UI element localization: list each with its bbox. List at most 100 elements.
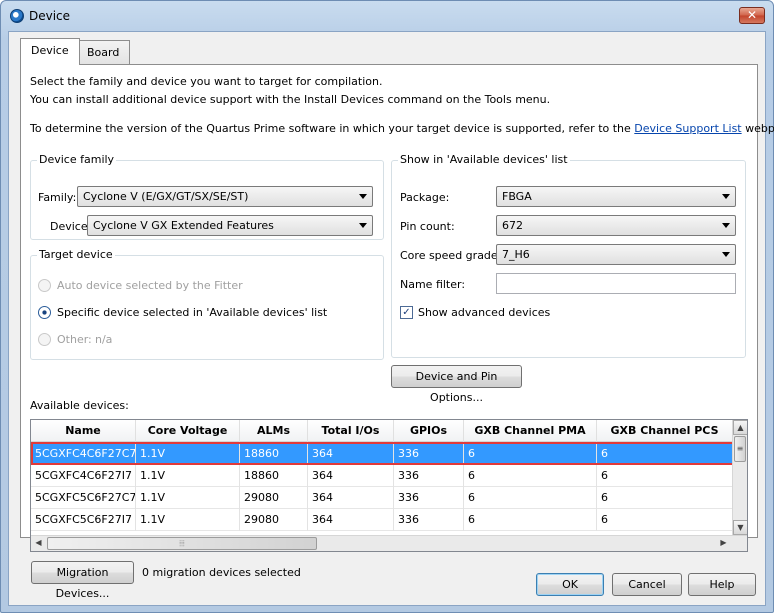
other-device-label: Other:	[57, 333, 92, 346]
dialog-client: Device Board Select the family and devic…	[8, 31, 774, 606]
available-devices-table[interactable]: Name Core Voltage ALMs Total I/Os GPIOs …	[30, 419, 748, 552]
auto-device-radio[interactable]	[38, 279, 51, 292]
column-header-gpios[interactable]: GPIOs	[394, 420, 464, 442]
family-label: Family:	[38, 191, 77, 204]
migration-devices-button[interactable]: Migration Devices...	[31, 561, 134, 600]
vertical-scrollbar[interactable]: ▲ ≡ ▼	[732, 420, 747, 535]
specific-device-label: Specific device selected in 'Available d…	[57, 306, 328, 319]
cell-alms: 29080	[240, 487, 308, 509]
app-icon	[10, 9, 24, 23]
chevron-down-icon	[359, 194, 367, 199]
chevron-down-icon	[359, 223, 367, 228]
chevron-down-icon	[722, 252, 730, 257]
device-family-group-label: Device family	[37, 153, 117, 166]
cell-gxb-pcs: 6	[597, 487, 733, 509]
cell-gxb-pma: 6	[464, 443, 597, 465]
close-button[interactable]: ✕	[739, 7, 765, 24]
column-header-gxb-pma[interactable]: GXB Channel PMA	[464, 420, 597, 442]
pin-count-value: 672	[502, 219, 523, 232]
speed-grade-select[interactable]: 7_H6	[496, 244, 736, 265]
table-row[interactable]: 5CGXFC4C6F27I7 1.1V 18860 364 336 6 6	[31, 465, 733, 487]
device-dialog: Device ✕ Device Board Select the family …	[0, 0, 774, 613]
other-device-value: n/a	[95, 333, 113, 346]
chevron-left-icon: ◀	[35, 538, 42, 547]
chevron-down-icon	[722, 194, 730, 199]
show-list-group-label: Show in 'Available devices' list	[398, 153, 570, 166]
chevron-right-icon: ▶	[720, 538, 727, 547]
available-devices-label: Available devices:	[30, 399, 129, 412]
cell-core-voltage: 1.1V	[136, 487, 240, 509]
help-button[interactable]: Help	[688, 573, 756, 596]
cell-gpios: 336	[394, 487, 464, 509]
cell-gpios: 336	[394, 465, 464, 487]
device-tab-panel: Select the family and device you want to…	[20, 64, 774, 600]
cell-gxb-pma: 6	[464, 465, 597, 487]
cell-gpios: 336	[394, 509, 464, 531]
scroll-right-button[interactable]: ▶	[716, 536, 731, 551]
speed-grade-value: 7_H6	[502, 248, 530, 261]
cell-alms: 29080	[240, 509, 308, 531]
scroll-up-button[interactable]: ▲	[733, 420, 747, 435]
title-bar[interactable]: Device ✕	[1, 1, 773, 31]
horizontal-scroll-thumb[interactable]: ⦙⦙⦙	[47, 537, 317, 550]
cell-total-ios: 364	[308, 443, 394, 465]
speed-grade-label: Core speed grade:	[400, 249, 502, 262]
migration-status: 0 migration devices selected	[142, 566, 301, 579]
ok-button[interactable]: OK	[536, 573, 604, 596]
scroll-down-button[interactable]: ▼	[733, 520, 747, 535]
package-value: FBGA	[502, 190, 532, 203]
device-family-group: Device family Family: Cyclone V (E/GX/GT…	[30, 153, 384, 240]
specific-device-radio[interactable]	[38, 306, 51, 319]
column-header-core-voltage[interactable]: Core Voltage	[136, 420, 240, 442]
tab-board[interactable]: Board	[76, 40, 131, 64]
package-label: Package:	[400, 191, 450, 204]
family-value: Cyclone V (E/GX/GT/SX/SE/ST)	[83, 190, 249, 203]
cell-name: 5CGXFC5C6F27C7	[31, 487, 136, 509]
column-header-gxb-pcs[interactable]: GXB Channel PCS	[597, 420, 733, 442]
show-advanced-label: Show advanced devices	[418, 306, 551, 319]
table-row[interactable]: 5CGXFC4C6F27C7 1.1V 18860 364 336 6 6	[31, 443, 733, 465]
cell-gxb-pcs: 6	[597, 465, 733, 487]
pin-count-select[interactable]: 672	[496, 215, 736, 236]
device-select[interactable]: Cyclone V GX Extended Features	[87, 215, 373, 236]
pin-count-label: Pin count:	[400, 220, 455, 233]
package-select[interactable]: FBGA	[496, 186, 736, 207]
cell-core-voltage: 1.1V	[136, 443, 240, 465]
target-device-group: Target device Auto device selected by th…	[30, 248, 384, 360]
other-device-radio[interactable]	[38, 333, 51, 346]
cell-gxb-pma: 6	[464, 487, 597, 509]
cell-alms: 18860	[240, 465, 308, 487]
show-advanced-checkbox[interactable]: ✓	[400, 306, 413, 319]
table-row[interactable]: 5CGXFC5C6F27C7 1.1V 29080 364 336 6 6	[31, 487, 733, 509]
cell-gxb-pcs: 6	[597, 443, 733, 465]
column-header-name[interactable]: Name	[31, 420, 136, 442]
cell-core-voltage: 1.1V	[136, 465, 240, 487]
intro-line-3-prefix: To determine the version of the Quartus …	[30, 122, 631, 135]
device-label: Device:	[50, 220, 92, 233]
cell-gpios: 336	[394, 443, 464, 465]
intro-line-3-suffix: webpage.	[745, 122, 774, 135]
vertical-scroll-thumb[interactable]: ≡	[734, 436, 746, 462]
family-select[interactable]: Cyclone V (E/GX/GT/SX/SE/ST)	[77, 186, 373, 207]
device-support-list-link[interactable]: Device Support List	[634, 122, 741, 135]
horizontal-scrollbar[interactable]: ◀ ⦙⦙⦙ ▶	[31, 535, 747, 551]
cell-total-ios: 364	[308, 487, 394, 509]
cell-core-voltage: 1.1V	[136, 509, 240, 531]
device-value: Cyclone V GX Extended Features	[93, 219, 274, 232]
name-filter-input[interactable]	[496, 273, 736, 294]
device-pin-options-button[interactable]: Device and Pin Options...	[391, 365, 522, 404]
cell-alms: 18860	[240, 443, 308, 465]
cell-total-ios: 364	[308, 465, 394, 487]
column-header-alms[interactable]: ALMs	[240, 420, 308, 442]
intro-line-2: You can install additional device suppor…	[30, 93, 551, 106]
scroll-left-button[interactable]: ◀	[31, 536, 46, 551]
target-device-group-label: Target device	[37, 248, 115, 261]
tab-device[interactable]: Device	[20, 38, 80, 65]
chevron-down-icon	[722, 223, 730, 228]
table-row[interactable]: 5CGXFC5C6F27I7 1.1V 29080 364 336 6 6	[31, 509, 733, 531]
window-title: Device	[29, 9, 71, 23]
cancel-button[interactable]: Cancel	[612, 573, 682, 596]
intro-line-1: Select the family and device you want to…	[30, 75, 383, 88]
auto-device-label: Auto device selected by the Fitter	[57, 279, 243, 292]
column-header-total-ios[interactable]: Total I/Os	[308, 420, 394, 442]
